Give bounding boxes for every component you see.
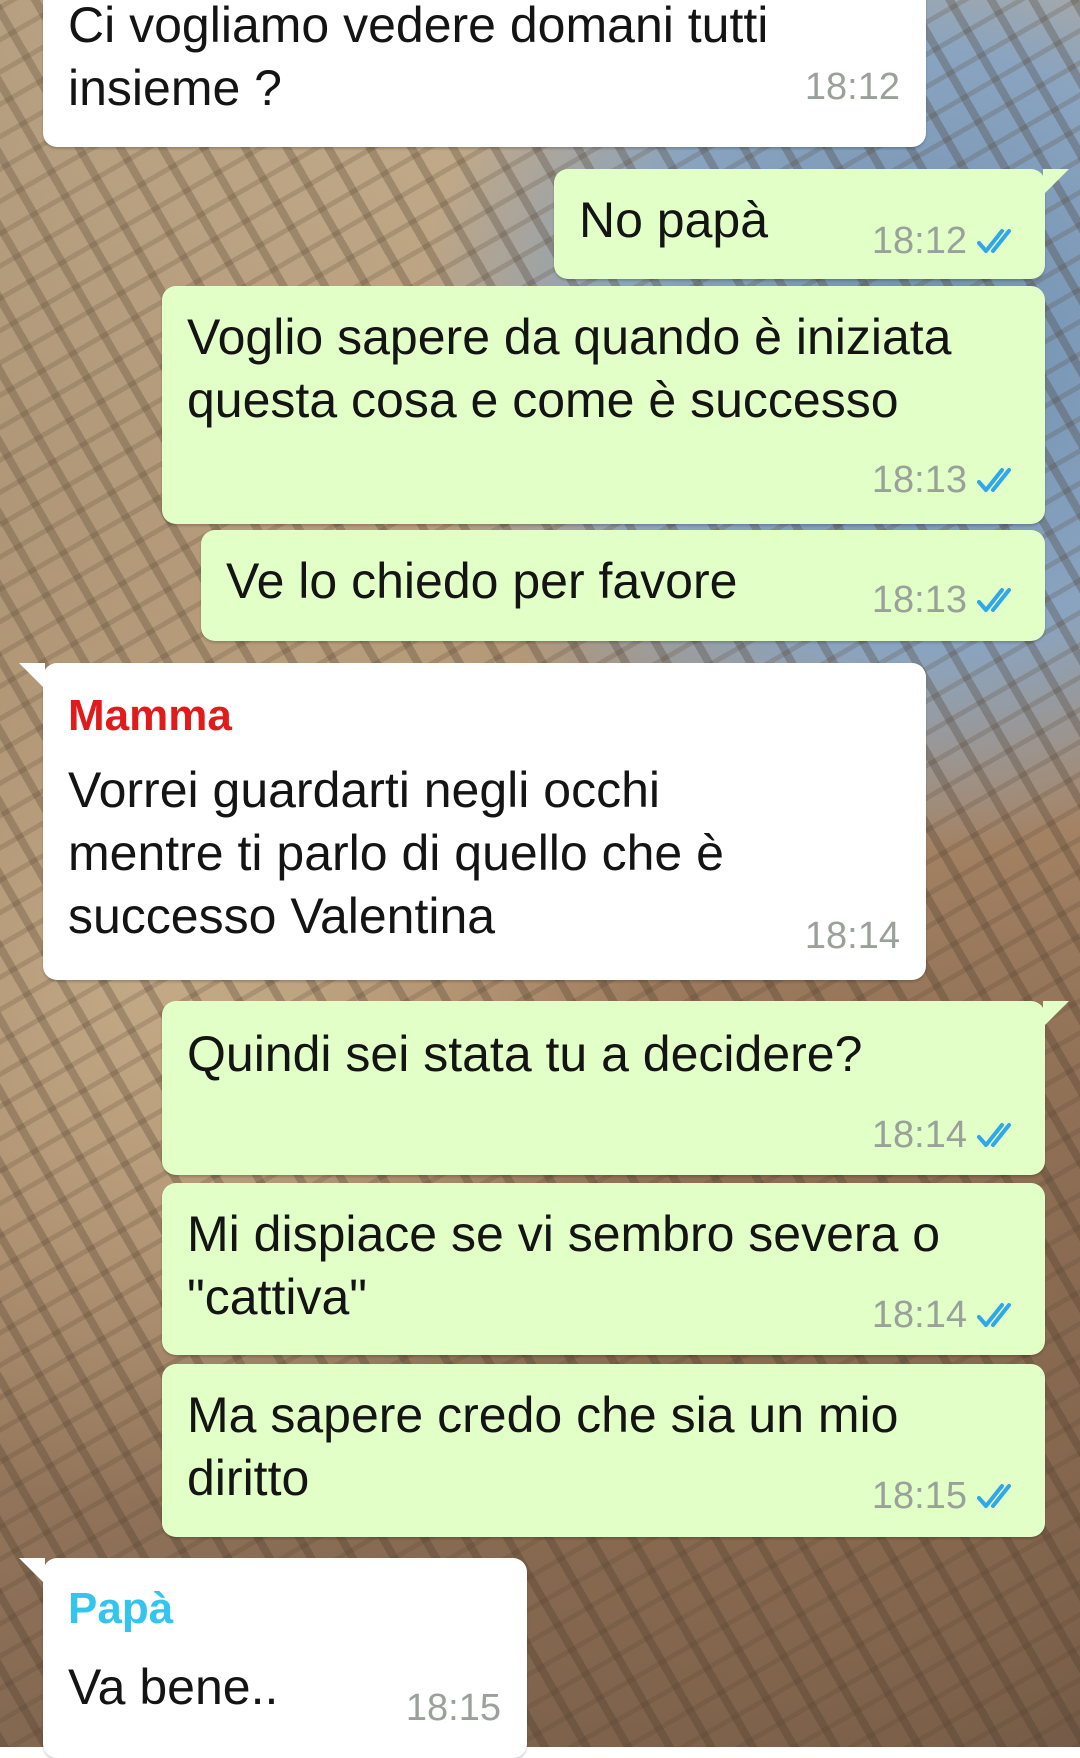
message-bubble-outgoing[interactable]: Voglio sapere da quando è iniziata quest… <box>162 286 1045 524</box>
read-ticks-icon <box>977 588 1011 612</box>
message-meta: 18:14 <box>872 1113 1021 1157</box>
read-ticks-icon <box>977 1303 1011 1327</box>
message-text: Mi dispiace se vi sembro severa o "catti… <box>187 1206 941 1325</box>
message-time: 18:14 <box>871 1294 967 1336</box>
message-meta: 18:14 <box>872 1293 1021 1337</box>
message-bubble-outgoing[interactable]: Mi dispiace se vi sembro severa o "catti… <box>162 1183 1045 1355</box>
message-bubble-incoming[interactable]: Papà Va bene.. 18:15 <box>19 1558 527 1758</box>
read-ticks-icon <box>977 468 1011 492</box>
message-text: Va bene.. <box>68 1659 279 1715</box>
message-bubble-incoming[interactable]: Mamma Vorrei guardarti negli occhi mentr… <box>19 663 926 980</box>
message-text: Ve lo chiedo per favore <box>226 553 738 609</box>
message-meta: 18:13 <box>872 578 1021 622</box>
message-text: Ci vogliamo vedere domani tutti insieme … <box>68 0 769 116</box>
message-bubble-outgoing[interactable]: Ma sapere credo che sia un mio diritto 1… <box>162 1364 1045 1537</box>
sender-name: Papà <box>68 1584 174 1633</box>
message-meta: 18:12 <box>805 65 900 109</box>
sender-name: Mamma <box>68 691 232 740</box>
message-text: Voglio sapere da quando è iniziata quest… <box>187 309 952 428</box>
read-ticks-icon <box>977 1123 1011 1147</box>
message-text: No papà <box>579 192 769 248</box>
message-text: Ma sapere credo che sia un mio diritto <box>187 1387 899 1506</box>
message-meta: 18:12 <box>872 219 1021 263</box>
message-time: 18:15 <box>871 1475 967 1517</box>
read-ticks-icon <box>977 229 1011 253</box>
message-bubble-outgoing[interactable]: Quindi sei stata tu a decidere? 18:14 <box>162 1001 1069 1175</box>
message-text: Quindi sei stata tu a decidere? <box>187 1026 863 1082</box>
message-meta: 18:14 <box>805 914 900 958</box>
message-bubble-outgoing[interactable]: Ve lo chiedo per favore 18:13 <box>201 530 1045 641</box>
message-bubble-incoming[interactable]: Ci vogliamo vedere domani tutti insieme … <box>43 0 926 147</box>
message-time: 18:13 <box>871 459 967 501</box>
message-meta: 18:13 <box>872 458 1021 502</box>
message-time: 18:15 <box>405 1687 501 1729</box>
message-time: 18:12 <box>871 220 967 262</box>
read-ticks-icon <box>977 1484 1011 1508</box>
message-time: 18:14 <box>871 1114 967 1156</box>
message-meta: 18:15 <box>872 1474 1021 1518</box>
message-text: Vorrei guardarti negli occhi mentre ti p… <box>68 762 724 944</box>
message-time: 18:14 <box>804 915 900 957</box>
message-time: 18:12 <box>804 66 900 108</box>
message-bubble-outgoing[interactable]: No papà 18:12 <box>554 169 1069 279</box>
message-meta: 18:15 <box>406 1686 501 1730</box>
message-time: 18:13 <box>871 579 967 621</box>
